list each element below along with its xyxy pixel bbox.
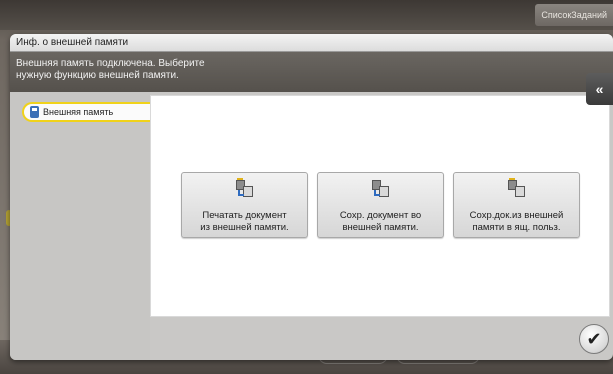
function-label: Сохр.док.из внешней памяти в ящ. польз. [469,210,564,233]
top-bar [0,0,613,30]
left-pane: Внешняя память [10,92,152,360]
message-line-2: нужную функцию внешней памяти. [16,70,179,81]
usb-memory-icon [30,106,39,118]
sidebar-item-label: Внешняя память [43,107,114,117]
message-line-1: Внешняя память подключена. Выберите [16,58,205,69]
double-chevron-left-icon[interactable]: « [586,73,613,105]
dialog-title: Инф. о внешней памяти [10,34,613,52]
checkmark-icon[interactable]: ✔ [579,324,609,354]
dialog-message: Внешняя память подключена. Выберите нужн… [10,52,613,92]
print-from-memory-button[interactable]: Печатать документ из внешней памяти. [181,172,308,238]
save-to-user-box-icon [507,178,526,198]
function-label: Печатать документ из внешней памяти. [200,210,289,233]
sidebar-item-external-memory[interactable]: Внешняя память [22,102,152,122]
save-to-memory-icon [371,180,390,198]
function-label: Сохр. документ во внешней памяти. [339,210,422,233]
save-to-user-box-button[interactable]: Сохр.док.из внешней памяти в ящ. польз. [453,172,580,238]
external-memory-dialog: Инф. о внешней памяти Внешняя память под… [10,34,613,360]
function-panel: Печатать документ из внешней памяти. Сох… [150,95,610,317]
save-to-memory-button[interactable]: Сохр. документ во внешней памяти. [317,172,444,238]
print-from-memory-icon [235,178,254,198]
job-list-tab[interactable]: СписокЗаданий [535,4,613,26]
